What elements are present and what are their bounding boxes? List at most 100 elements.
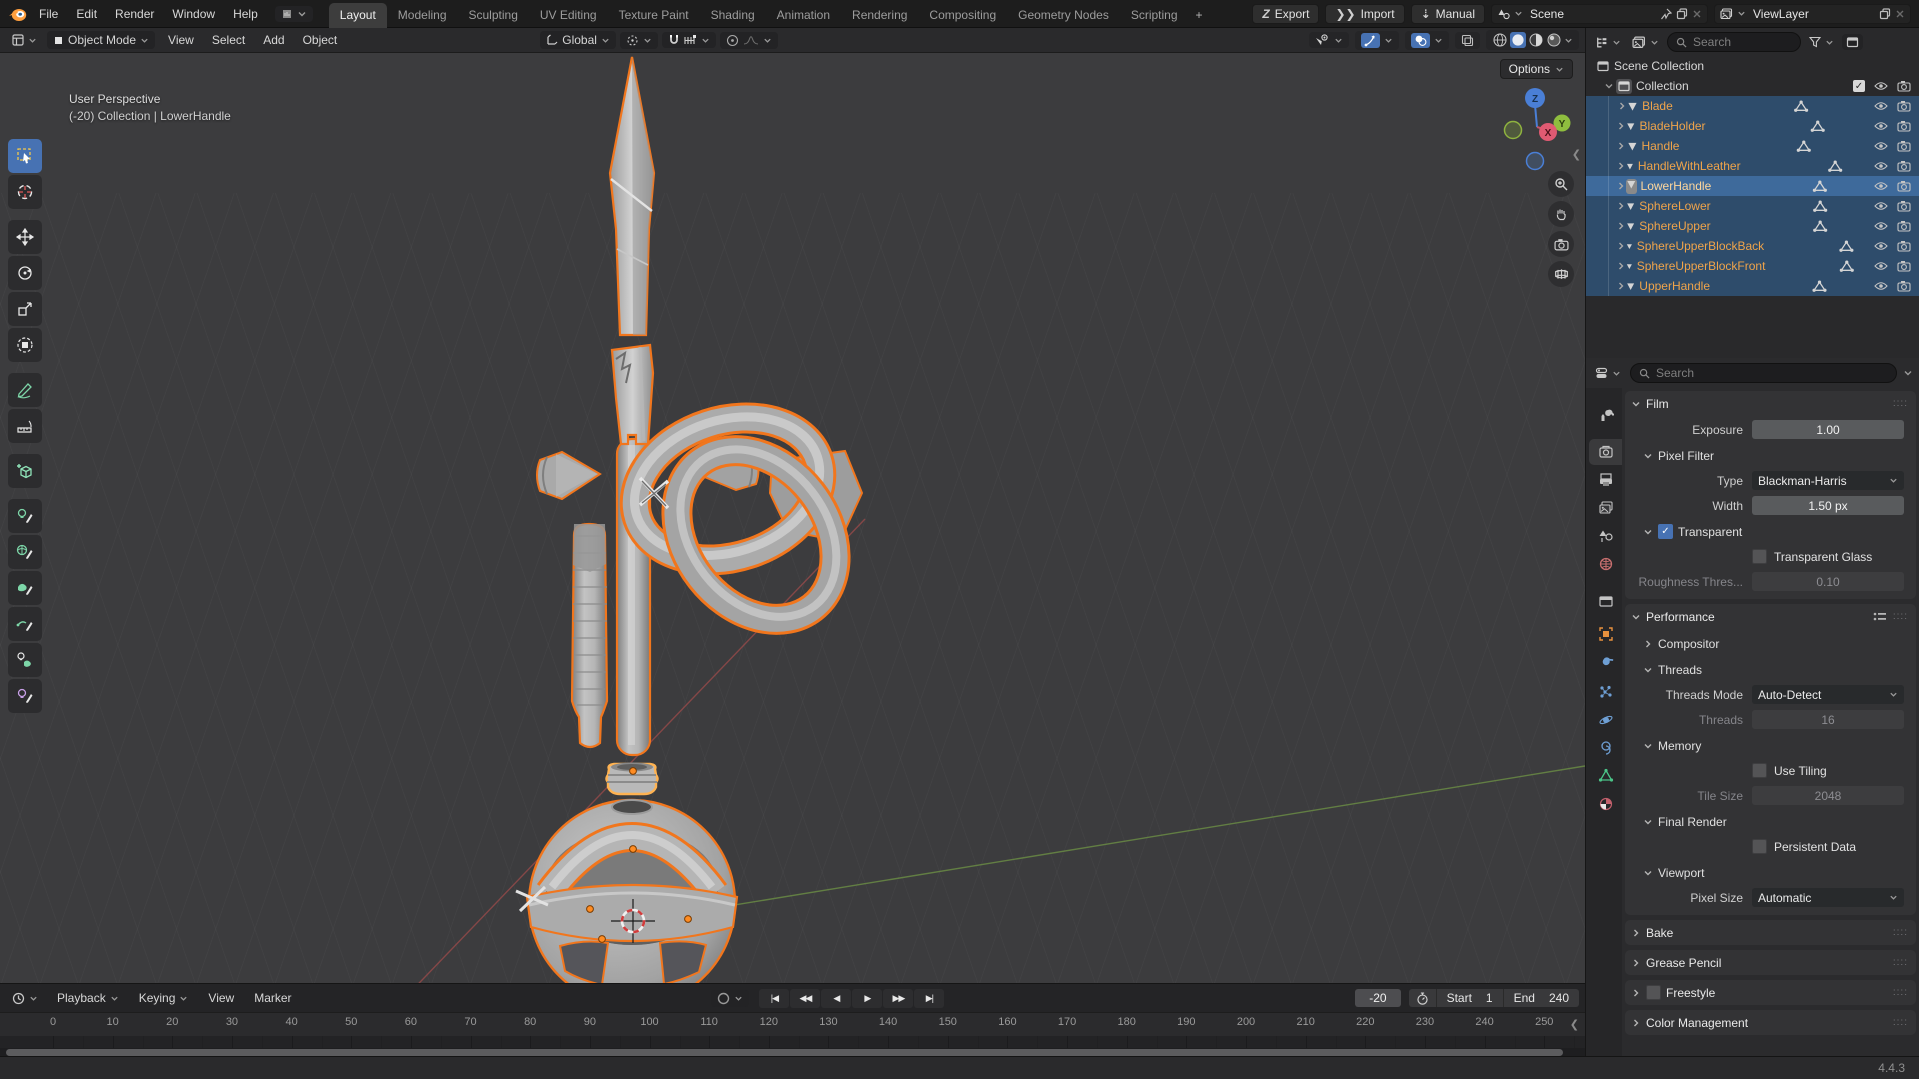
object-hide-icon[interactable] bbox=[1874, 141, 1888, 151]
mode-dropdown[interactable]: Object Mode bbox=[47, 31, 156, 49]
play-button[interactable]: ▶ bbox=[852, 988, 883, 1008]
timeline-scrollbar-thumb[interactable] bbox=[6, 1049, 1563, 1056]
properties-tab-output[interactable] bbox=[1589, 467, 1622, 493]
collection-checkbox[interactable]: ✓ bbox=[1853, 80, 1865, 92]
panel-drag-grip[interactable]: :::: bbox=[1893, 398, 1908, 409]
export-button[interactable]: Z Export bbox=[1252, 3, 1320, 24]
type-dropdown[interactable]: Blackman-Harris bbox=[1752, 471, 1904, 490]
object-hide-icon[interactable] bbox=[1874, 241, 1888, 251]
tool-move[interactable] bbox=[8, 220, 42, 254]
properties-search-input[interactable]: Search bbox=[1630, 363, 1897, 383]
object-render-icon[interactable] bbox=[1897, 200, 1911, 212]
properties-tab-object-data[interactable] bbox=[1589, 763, 1622, 789]
object-expand-icon[interactable] bbox=[1616, 261, 1626, 271]
properties-tab-material[interactable] bbox=[1589, 791, 1622, 817]
workspace-tab-layout[interactable]: Layout bbox=[328, 2, 387, 28]
pin-icon[interactable] bbox=[1660, 8, 1672, 20]
workspace-tab-geometry-nodes[interactable]: Geometry Nodes bbox=[1007, 3, 1120, 28]
object-handle-with-leather[interactable] bbox=[570, 522, 609, 749]
current-frame-field[interactable]: -20 bbox=[1355, 989, 1401, 1007]
properties-tab-constraints[interactable] bbox=[1589, 735, 1622, 761]
new-viewlayer-icon[interactable] bbox=[1879, 8, 1891, 20]
outliner-row-sphereupper[interactable]: SphereUpper bbox=[1586, 216, 1919, 236]
pivot-point-dropdown[interactable] bbox=[619, 31, 658, 49]
properties-tab-physics[interactable] bbox=[1589, 707, 1622, 733]
sidebar-collapse-icon[interactable]: ❮ bbox=[1572, 148, 1581, 161]
transparent-checkbox[interactable]: ✓ bbox=[1658, 524, 1673, 539]
object-visibility-dropdown[interactable] bbox=[1309, 32, 1349, 48]
gizmo-z-negative[interactable] bbox=[1525, 151, 1545, 171]
width-field[interactable]: 1.50 px bbox=[1752, 496, 1904, 515]
properties-tab-tool[interactable] bbox=[1589, 402, 1622, 428]
menu-file[interactable]: File bbox=[30, 4, 67, 24]
outliner-row-sphereupperblockfront[interactable]: SphereUpperBlockFront bbox=[1586, 256, 1919, 276]
subpanel-header-compositor[interactable]: Compositor bbox=[1625, 632, 1916, 655]
viewlayer-selector[interactable]: ViewLayer bbox=[1714, 3, 1911, 24]
object-expand-icon[interactable] bbox=[1616, 121, 1626, 131]
viewport-menu-select[interactable]: Select bbox=[203, 30, 254, 50]
properties-tab-particles[interactable] bbox=[1589, 679, 1622, 705]
outliner-search-input[interactable]: Search bbox=[1667, 32, 1801, 52]
object-expand-icon[interactable] bbox=[1616, 221, 1626, 231]
tool-transform[interactable] bbox=[8, 328, 42, 362]
tool-environment-paint[interactable] bbox=[8, 535, 42, 569]
timeline-track[interactable] bbox=[0, 1036, 1585, 1048]
subpanel-header-threads[interactable]: Threads bbox=[1625, 658, 1916, 681]
collection-expand-icon[interactable] bbox=[1602, 81, 1616, 91]
object-render-icon[interactable] bbox=[1897, 180, 1911, 192]
show-overlays-toggle[interactable] bbox=[1411, 32, 1430, 48]
pixel-size-dropdown[interactable]: Automatic bbox=[1752, 888, 1904, 907]
outliner-row-blade[interactable]: Blade bbox=[1586, 96, 1919, 116]
object-render-icon[interactable] bbox=[1897, 120, 1911, 132]
object-render-icon[interactable] bbox=[1897, 260, 1911, 272]
object-render-icon[interactable] bbox=[1897, 140, 1911, 152]
workspace-tab-texture-paint[interactable]: Texture Paint bbox=[608, 3, 700, 28]
outliner-row-handlewithleather[interactable]: HandleWithLeather bbox=[1586, 156, 1919, 176]
object-render-icon[interactable] bbox=[1897, 160, 1911, 172]
subpanel-header-pixel-filter[interactable]: Pixel Filter bbox=[1625, 444, 1916, 467]
workspace-tab-shading[interactable]: Shading bbox=[700, 3, 766, 28]
panel-drag-grip[interactable]: :::: bbox=[1893, 927, 1908, 938]
panel-header-film[interactable]: Film:::: bbox=[1625, 391, 1916, 416]
properties-tab-world[interactable] bbox=[1589, 551, 1622, 577]
outliner-row-lowerhandle[interactable]: LowerHandle bbox=[1586, 176, 1919, 196]
panel-header-performance[interactable]: Performance:::: bbox=[1625, 604, 1916, 629]
scene-collection-icon[interactable] bbox=[1596, 60, 1610, 72]
object-lower-handle[interactable] bbox=[605, 762, 659, 796]
timeline-menu-view[interactable]: View bbox=[199, 988, 243, 1008]
workspace-tab-scripting[interactable]: Scripting bbox=[1120, 3, 1189, 28]
outliner-row-sphereupperblockback[interactable]: SphereUpperBlockBack bbox=[1586, 236, 1919, 256]
properties-options-icon[interactable] bbox=[1903, 368, 1913, 378]
workspace-tab-uv-editing[interactable]: UV Editing bbox=[529, 3, 608, 28]
panel-header-color-management[interactable]: Color Management:::: bbox=[1625, 1010, 1916, 1035]
outliner-filter-type-button[interactable] bbox=[1629, 34, 1662, 51]
properties-editor-type-button[interactable] bbox=[1592, 365, 1624, 382]
object-expand-icon[interactable] bbox=[1616, 281, 1626, 291]
object-render-icon[interactable] bbox=[1897, 220, 1911, 232]
tool-lamp-paint[interactable] bbox=[8, 499, 42, 533]
object-hide-icon[interactable] bbox=[1874, 281, 1888, 291]
object-render-icon[interactable] bbox=[1897, 280, 1911, 292]
panel-drag-grip[interactable]: :::: bbox=[1893, 987, 1908, 998]
freestyle-checkbox[interactable] bbox=[1646, 985, 1661, 1000]
panel-header-grease-pencil[interactable]: Grease Pencil:::: bbox=[1625, 950, 1916, 975]
viewport-editor-type-button[interactable] bbox=[6, 32, 43, 48]
collection-render-icon[interactable] bbox=[1897, 80, 1911, 92]
object-hide-icon[interactable] bbox=[1874, 181, 1888, 191]
timeline-menu-keying[interactable]: Keying bbox=[130, 988, 198, 1008]
tile-size-field[interactable]: 2048 bbox=[1752, 786, 1904, 805]
roughness-thres--field[interactable]: 0.10 bbox=[1752, 572, 1904, 591]
outliner-display-mode-button[interactable] bbox=[1592, 34, 1624, 51]
object-render-icon[interactable] bbox=[1897, 240, 1911, 252]
tool-scale[interactable] bbox=[8, 292, 42, 326]
menu-edit[interactable]: Edit bbox=[67, 4, 106, 24]
proportional-editing-icon[interactable] bbox=[726, 34, 739, 47]
material-shading-icon[interactable] bbox=[1528, 32, 1544, 48]
object-expand-icon[interactable] bbox=[1616, 141, 1627, 151]
manual-button[interactable]: ⇣ Manual bbox=[1410, 3, 1485, 24]
panel-drag-grip[interactable]: :::: bbox=[1893, 957, 1908, 968]
object-hide-icon[interactable] bbox=[1874, 201, 1888, 211]
object-hide-icon[interactable] bbox=[1874, 221, 1888, 231]
timeline-menu-marker[interactable]: Marker bbox=[245, 988, 300, 1008]
viewport-menu-view[interactable]: View bbox=[159, 30, 203, 50]
